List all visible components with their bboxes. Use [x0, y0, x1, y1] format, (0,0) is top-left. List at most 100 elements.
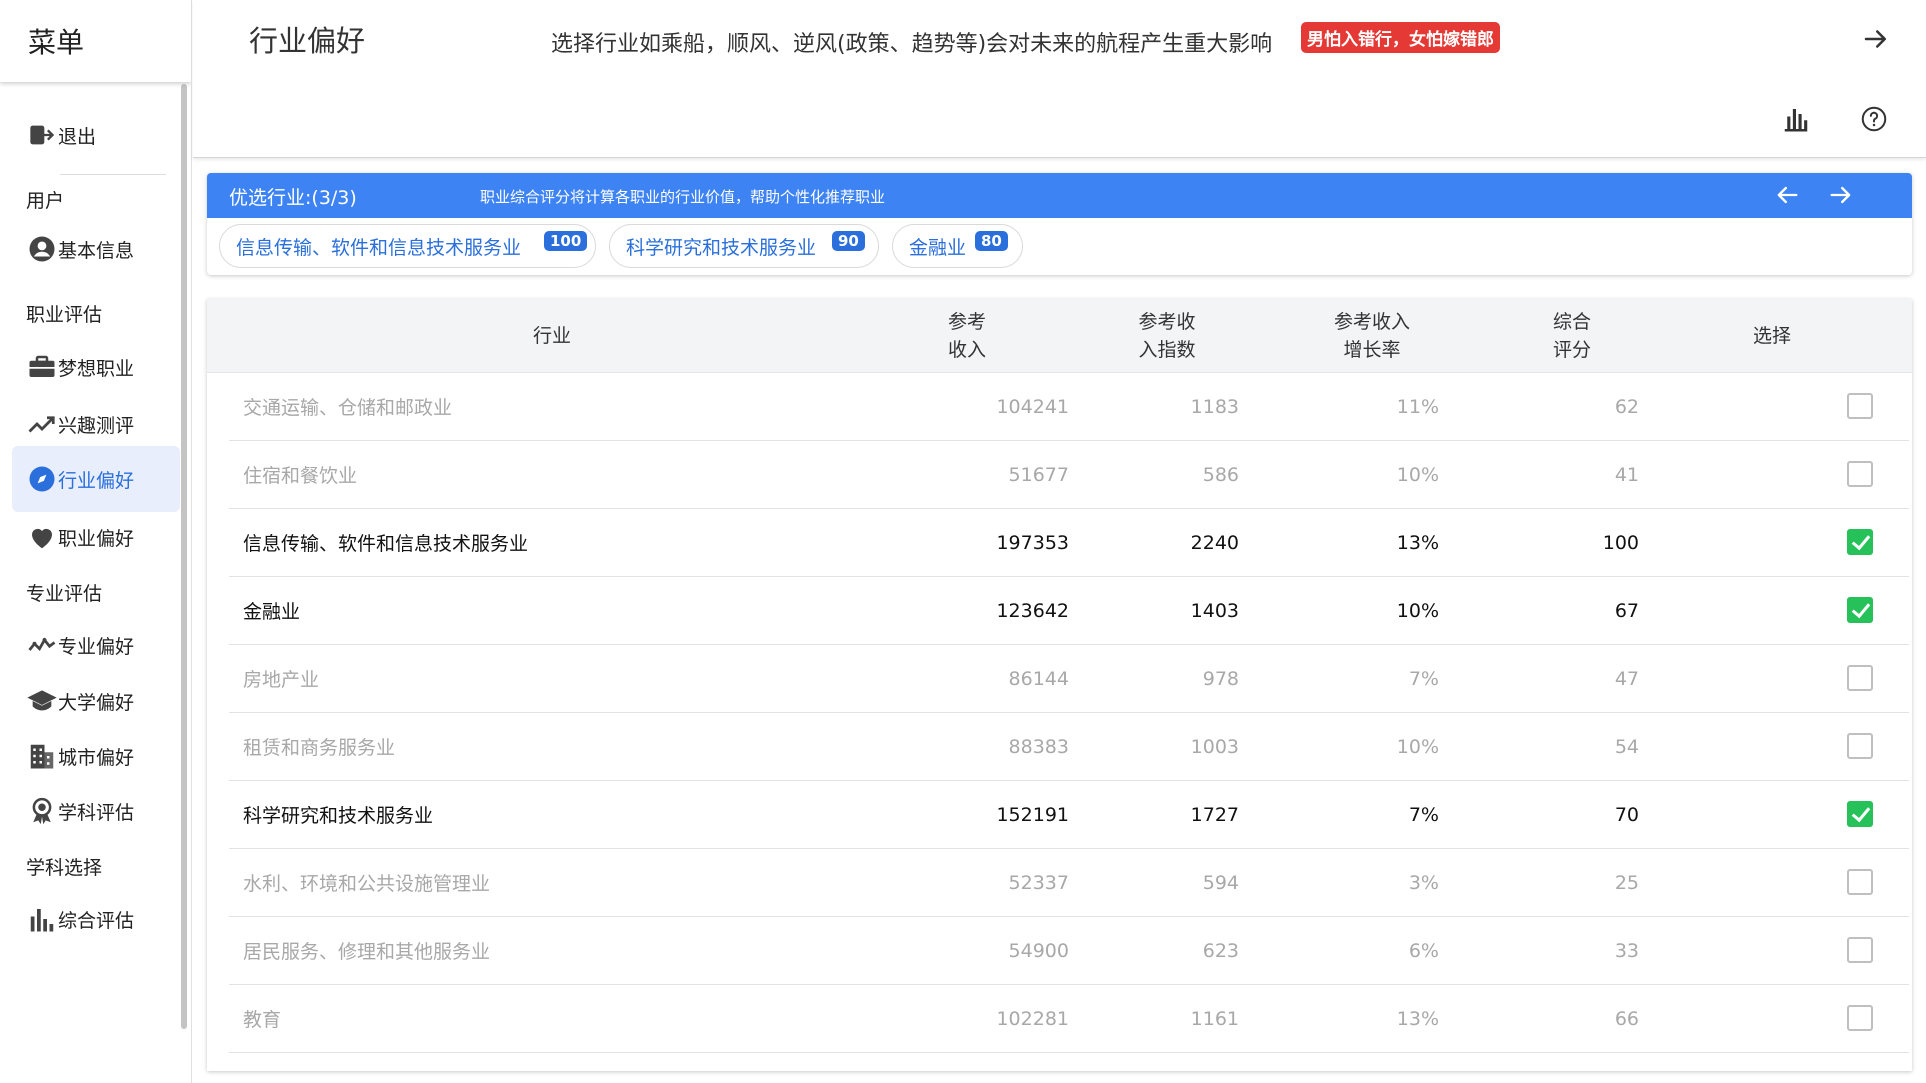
cell-score: 54: [1614, 735, 1639, 758]
table-row[interactable]: 信息传输、软件和信息技术服务业 197353 2240 13% 100: [229, 509, 1909, 577]
chip-label: 金融业: [909, 236, 967, 259]
cell-growth: 13%: [1396, 1007, 1439, 1030]
building-icon: [26, 740, 58, 772]
select-checkbox[interactable]: [1847, 733, 1873, 759]
cell-index: 2240: [1190, 531, 1239, 554]
cell-income: 88383: [1008, 735, 1069, 758]
slogan-badge: 男怕入错行，女怕嫁错郎: [1301, 22, 1500, 53]
header-income[interactable]: 参考 收入: [907, 299, 1027, 373]
cell-name: 信息传输、软件和信息技术服务业: [243, 533, 529, 555]
cell-growth: 7%: [1408, 803, 1439, 826]
header-score-line1: 综合: [1552, 311, 1591, 333]
cell-index: 1183: [1190, 395, 1239, 418]
cell-score: 67: [1614, 599, 1639, 622]
header-income-growth[interactable]: 参考收入 增长率: [1297, 299, 1447, 373]
cell-name: 科学研究和技术服务业: [243, 805, 434, 827]
preferred-chip[interactable]: 信息传输、软件和信息技术服务业 100: [219, 224, 596, 268]
compass-icon: [26, 463, 58, 495]
cell-score: 70: [1614, 803, 1639, 826]
sidebar-item[interactable]: 基本信息: [12, 216, 180, 282]
sidebar-item[interactable]: 退出: [12, 102, 180, 168]
header-growth-line1: 参考收入: [1333, 311, 1410, 333]
header-income-index[interactable]: 参考收 入指数: [1102, 299, 1232, 373]
preferred-industries-bar: 优选行业:(3/3) 职业综合评分将计算各职业的行业价值，帮助个性化推荐职业: [207, 173, 1912, 218]
cell-growth: 10%: [1396, 463, 1439, 486]
mortarboard-icon: [26, 685, 58, 717]
table-row[interactable]: 交通运输、仓储和邮政业 104241 1183 11% 62: [229, 373, 1909, 441]
header-income-line1: 参考: [947, 311, 986, 333]
table-row[interactable]: 房地产业 86144 978 7% 47: [229, 645, 1909, 713]
table-row[interactable]: 水利、环境和公共设施管理业 52337 594 3% 25: [229, 849, 1909, 917]
sidebar-title: 菜单: [0, 0, 191, 82]
select-checkbox[interactable]: [1847, 597, 1873, 623]
account-icon: [26, 233, 58, 265]
sidebar-item-label: 兴趣测评: [58, 414, 135, 437]
table-row[interactable]: 居民服务、修理和其他服务业 54900 623 6% 33: [229, 917, 1909, 985]
table-header: 行业 参考 收入 参考收 入指数 参考收入 增长率 综合 评分 选择: [207, 299, 1912, 373]
wave-icon: [26, 629, 58, 661]
bar-chart-icon[interactable]: [1781, 104, 1811, 134]
header-index-line1: 参考收: [1138, 311, 1196, 333]
cell-income: 52337: [1008, 871, 1069, 894]
header-score[interactable]: 综合 评分: [1507, 299, 1637, 373]
cell-name: 住宿和餐饮业: [243, 465, 358, 487]
cell-income: 51677: [1008, 463, 1069, 486]
chip-score-badge: 90: [832, 231, 865, 251]
cell-income: 54900: [1008, 939, 1069, 962]
select-checkbox[interactable]: [1847, 393, 1873, 419]
industry-table: 行业 参考 收入 参考收 入指数 参考收入 增长率 综合 评分 选择 交通运输、仓储和邮…: [207, 299, 1912, 1071]
cell-index: 623: [1202, 939, 1239, 962]
select-checkbox[interactable]: [1847, 1005, 1873, 1031]
header-income-line2: 收入: [947, 339, 986, 361]
table-row[interactable]: 住宿和餐饮业 51677 586 10% 41: [229, 441, 1909, 509]
cell-score: 66: [1614, 1007, 1639, 1030]
cell-growth: 10%: [1396, 599, 1439, 622]
trend-icon: [26, 408, 58, 440]
header-industry[interactable]: 行业: [447, 299, 657, 373]
select-checkbox[interactable]: [1847, 801, 1873, 827]
sidebar-scrollbar[interactable]: [181, 84, 187, 1029]
arrow-left-icon[interactable]: [1773, 181, 1801, 209]
sidebar-item-label: 城市偏好: [58, 746, 135, 769]
sidebar-item[interactable]: 行业偏好: [12, 446, 180, 512]
cell-growth: 6%: [1408, 939, 1439, 962]
select-checkbox[interactable]: [1847, 461, 1873, 487]
preferred-chip[interactable]: 科学研究和技术服务业 90: [609, 224, 879, 268]
cell-growth: 7%: [1408, 667, 1439, 690]
sidebar-item-label: 基本信息: [58, 239, 135, 262]
award-icon: [26, 795, 58, 827]
table-row[interactable]: 教育 102281 1161 13% 66: [229, 985, 1909, 1053]
chip-label: 科学研究和技术服务业: [626, 236, 817, 259]
sidebar: 菜单 退出 用户 基本信息 职业评估 梦想职业 兴趣测评 行业偏好 职业偏好 专业评估 专业偏好大…: [0, 0, 192, 1083]
table-row[interactable]: 科学研究和技术服务业 152191 1727 7% 70: [229, 781, 1909, 849]
select-checkbox[interactable]: [1847, 869, 1873, 895]
sidebar-item-label: 退出: [58, 125, 97, 148]
select-checkbox[interactable]: [1847, 937, 1873, 963]
sidebar-item-label: 职业偏好: [58, 527, 135, 550]
arrow-right-icon[interactable]: [1827, 181, 1855, 209]
cell-name: 房地产业: [243, 669, 320, 691]
app-root: 菜单 退出 用户 基本信息 职业评估 梦想职业 兴趣测评 行业偏好 职业偏好 专业评估 专业偏好大…: [0, 0, 1926, 1083]
page-subtitle: 选择行业如乘船，顺风、逆风(政策、趋势等)会对未来的航程产生重大影响: [551, 32, 1273, 57]
sidebar-item-label: 梦想职业: [58, 357, 135, 380]
select-checkbox[interactable]: [1847, 665, 1873, 691]
page-title: 行业偏好: [249, 24, 366, 58]
sidebar-item-label: 大学偏好: [58, 691, 135, 714]
cell-income: 152191: [996, 803, 1069, 826]
table-row[interactable]: 租赁和商务服务业 88383 1003 10% 54: [229, 713, 1909, 781]
cell-score: 33: [1614, 939, 1639, 962]
cell-name: 水利、环境和公共设施管理业: [243, 873, 491, 895]
select-checkbox[interactable]: [1847, 529, 1873, 555]
cell-score: 47: [1614, 667, 1639, 690]
cell-score: 41: [1614, 463, 1639, 486]
help-icon[interactable]: [1859, 104, 1889, 134]
table-row[interactable]: 金融业 123642 1403 10% 67: [229, 577, 1909, 645]
sidebar-item[interactable]: 综合评估: [12, 886, 180, 952]
cell-index: 978: [1202, 667, 1239, 690]
cell-name: 交通运输、仓储和邮政业: [243, 397, 453, 419]
cell-index: 594: [1202, 871, 1239, 894]
sidebar-item-label: 行业偏好: [58, 469, 135, 492]
preferred-chip[interactable]: 金融业 80: [892, 224, 1023, 268]
cell-income: 197353: [996, 531, 1069, 554]
arrow-right-icon[interactable]: [1861, 24, 1891, 54]
